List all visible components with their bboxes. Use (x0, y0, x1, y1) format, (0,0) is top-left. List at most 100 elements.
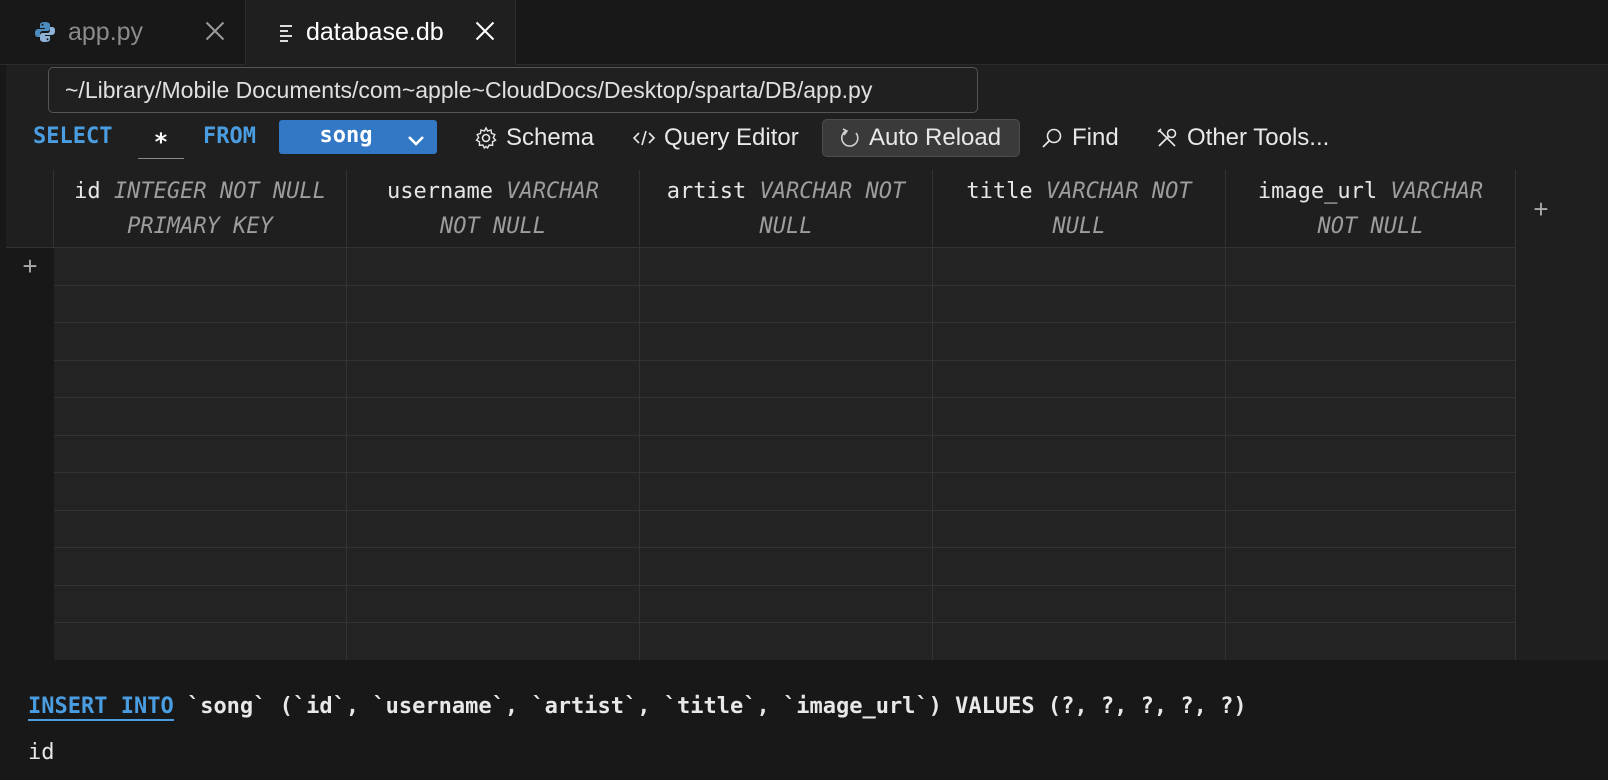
gear-icon (474, 126, 498, 150)
column-type: VARCHAR NOT (1045, 179, 1192, 204)
table-cell[interactable] (640, 623, 933, 661)
table-cell[interactable] (640, 585, 933, 623)
table-cell[interactable] (1226, 285, 1516, 323)
table-cell[interactable] (933, 623, 1226, 661)
table-cell[interactable] (347, 473, 640, 511)
column-header-username[interactable]: username VARCHAR NOT NULL (347, 170, 640, 248)
column-header-title[interactable]: title VARCHAR NOT NULL (933, 170, 1226, 248)
other-tools-label: Other Tools... (1187, 124, 1330, 151)
table-cell[interactable] (933, 585, 1226, 623)
grid-empty-area (1516, 248, 1608, 660)
table-cell[interactable] (347, 510, 640, 548)
table-cell[interactable] (640, 473, 933, 511)
other-tools-button[interactable]: Other Tools... (1155, 119, 1329, 157)
query-editor-button[interactable]: Query Editor (632, 119, 799, 157)
column-type: NOT NULL (1317, 214, 1424, 239)
table-cell[interactable] (54, 360, 347, 398)
column-name: title (966, 179, 1033, 204)
table-cell[interactable] (54, 435, 347, 473)
table-cell[interactable] (54, 398, 347, 436)
column-type: VARCHAR (506, 179, 599, 204)
column-name: id (74, 179, 101, 204)
table-cell[interactable] (347, 248, 640, 286)
search-icon (1040, 126, 1064, 150)
column-name: image_url (1257, 179, 1378, 204)
table-cell[interactable] (347, 548, 640, 586)
add-column-button[interactable]: + (1516, 170, 1566, 248)
table-cell[interactable] (640, 360, 933, 398)
tab-app-py[interactable]: app.py (6, 0, 246, 64)
insert-keyword: INSERT INTO (28, 694, 174, 721)
table-cell[interactable] (1226, 585, 1516, 623)
table-cell[interactable] (933, 360, 1226, 398)
table-cell[interactable] (1226, 473, 1516, 511)
auto-reload-label: Auto Reload (869, 124, 1002, 151)
close-icon[interactable] (473, 19, 497, 43)
table-cell[interactable] (640, 548, 933, 586)
auto-reload-button[interactable]: Auto Reload (822, 119, 1020, 157)
insert-field-label: id (28, 740, 55, 765)
column-type: NULL (759, 214, 813, 239)
table-cell[interactable] (933, 510, 1226, 548)
table-cell[interactable] (54, 510, 347, 548)
table-cell[interactable] (54, 323, 347, 361)
table-cell[interactable] (640, 398, 933, 436)
table-cell[interactable] (933, 473, 1226, 511)
table-cell[interactable] (640, 248, 933, 286)
table-cell[interactable] (1226, 435, 1516, 473)
query-editor-label: Query Editor (664, 124, 799, 151)
add-row-button[interactable]: + (6, 248, 54, 285)
table-select-value: song (319, 123, 373, 148)
column-header-id[interactable]: id INTEGER NOT NULL PRIMARY KEY (54, 170, 347, 248)
table-cell[interactable] (933, 435, 1226, 473)
column-header-image-url[interactable]: image_url VARCHAR NOT NULL (1226, 170, 1516, 248)
table-cell[interactable] (54, 623, 347, 661)
find-label: Find (1072, 124, 1119, 151)
find-button[interactable]: Find (1040, 119, 1119, 157)
schema-button[interactable]: Schema (474, 119, 594, 157)
table-cell[interactable] (54, 248, 347, 286)
table-cell[interactable] (1226, 548, 1516, 586)
table-cell[interactable] (54, 585, 347, 623)
table-cell[interactable] (347, 360, 640, 398)
column-type: NOT NULL (440, 214, 546, 239)
table-select[interactable]: song (279, 120, 437, 154)
table-cell[interactable] (640, 323, 933, 361)
table-cell[interactable] (1226, 510, 1516, 548)
table-cell[interactable] (347, 435, 640, 473)
columns-input[interactable]: * (138, 124, 184, 159)
column-name: username (387, 179, 493, 204)
table-cell[interactable] (54, 473, 347, 511)
table-cell[interactable] (933, 548, 1226, 586)
file-lines-icon (278, 23, 296, 43)
column-header-artist[interactable]: artist VARCHAR NOT NULL (640, 170, 933, 248)
column-type: VARCHAR (1390, 179, 1484, 204)
tab-database-db[interactable]: database.db (246, 0, 516, 65)
table-cell[interactable] (640, 510, 933, 548)
table-cell[interactable] (54, 285, 347, 323)
table-cell[interactable] (1226, 398, 1516, 436)
table-cell[interactable] (1226, 623, 1516, 661)
table-cell[interactable] (1226, 360, 1516, 398)
row-header-corner (6, 170, 54, 248)
table-cell[interactable] (933, 398, 1226, 436)
table-cell[interactable] (933, 323, 1226, 361)
column-type: INTEGER NOT NULL (113, 179, 326, 204)
table-cell[interactable] (347, 585, 640, 623)
column-name: artist (666, 179, 747, 204)
table-cell[interactable] (933, 248, 1226, 286)
table-cell[interactable] (347, 398, 640, 436)
table-cell[interactable] (347, 623, 640, 661)
table-cell[interactable] (54, 548, 347, 586)
table-cell[interactable] (347, 323, 640, 361)
column-type: NULL (1052, 214, 1106, 239)
insert-statement: INSERT INTO `song` (`id`, `username`, `a… (28, 694, 1247, 721)
table-cell[interactable] (640, 435, 933, 473)
table-cell[interactable] (347, 285, 640, 323)
table-cell[interactable] (933, 285, 1226, 323)
close-icon[interactable] (203, 19, 227, 43)
table-cell[interactable] (1226, 323, 1516, 361)
table-cell[interactable] (1226, 248, 1516, 286)
code-icon (632, 128, 656, 148)
table-cell[interactable] (640, 285, 933, 323)
